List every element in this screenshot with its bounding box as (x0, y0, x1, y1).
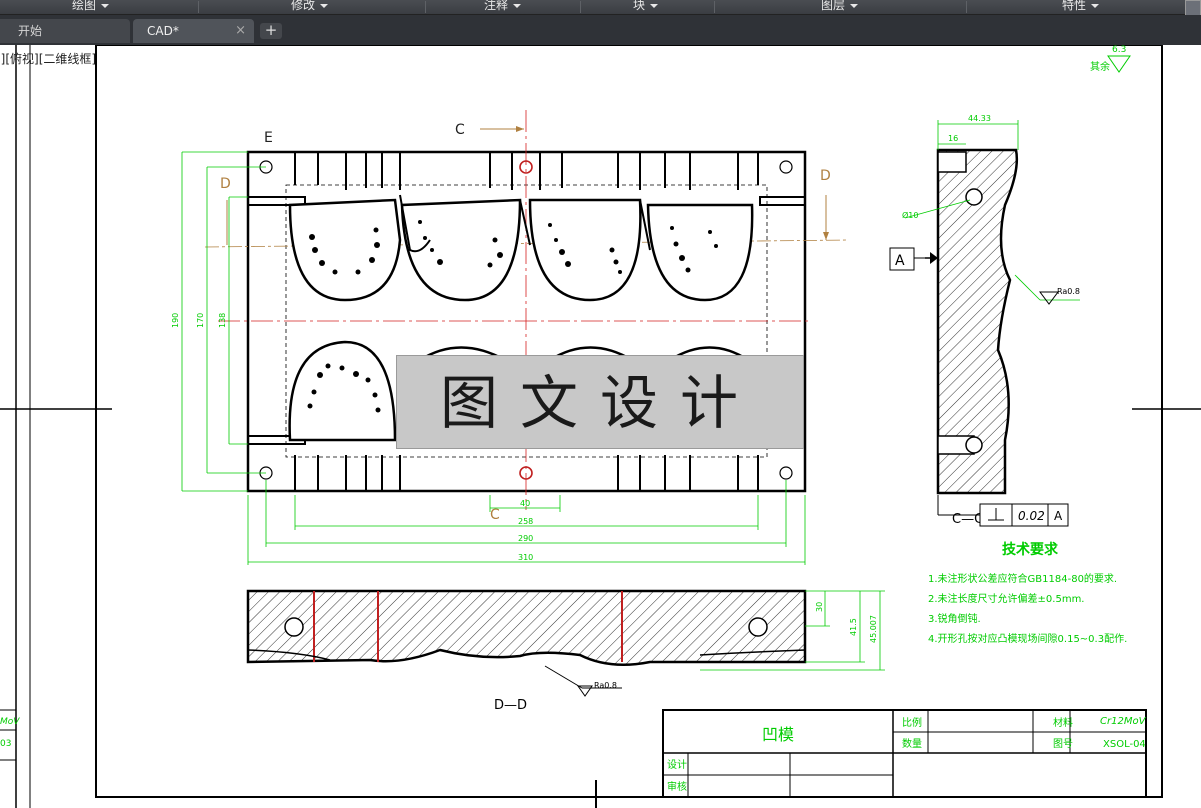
cavity-shape (646, 203, 754, 302)
adjacent-material-text: MoV (0, 717, 20, 727)
new-tab-button[interactable]: + (260, 23, 282, 39)
close-icon[interactable]: × (235, 19, 246, 43)
tolerance-value: 0.02 (1018, 509, 1045, 523)
side-hole (965, 188, 983, 206)
tab-start[interactable]: 开始 (0, 19, 130, 43)
panel-separator (425, 1, 426, 13)
roughness-label: Ra0.8 (1057, 287, 1080, 296)
arrowhead (516, 126, 524, 132)
dimension-258: 258 (518, 517, 533, 526)
material-label: 材料 (1053, 716, 1073, 729)
adjacent-drawing-no-text: 03 (0, 739, 11, 749)
roughness-label: Ra0.8 (594, 681, 617, 690)
tech-requirement-item: 3.锐角倒钝. (928, 612, 981, 625)
design-label: 设计 (667, 758, 687, 771)
panel-label: 注释 (484, 0, 509, 12)
corner-hole (779, 466, 793, 480)
panel-label: 块 (633, 0, 646, 12)
quantity-label: 数量 (902, 737, 922, 750)
section-label-dd: D—D (494, 698, 527, 713)
side-bore (937, 151, 967, 173)
bottom-section-view (246, 589, 807, 667)
section-label-d: D (220, 176, 231, 192)
dimension-290: 290 (518, 534, 533, 543)
top-view (204, 110, 849, 510)
section-label-cc: C—C (952, 512, 983, 527)
cavity-shape (288, 198, 402, 302)
tab-label: 开始 (18, 24, 43, 38)
ribbon-panel-layers[interactable]: 图层 (821, 0, 859, 13)
drawing-number-label: 图号 (1053, 738, 1073, 750)
tech-requirement-item: 1.未注形状公差应符合GB1184-80的要求. (928, 572, 1117, 585)
section-label-c: C (490, 507, 500, 523)
tech-requirements-title: 技术要求 (1002, 541, 1059, 558)
tech-requirement-item: 2.未注长度尺寸允许偏差±0.5mm. (928, 592, 1084, 605)
surface-finish-icon (1039, 291, 1059, 305)
scale-label: 比例 (902, 716, 922, 729)
part-name: 凹模 (762, 725, 794, 744)
caret-down-icon (101, 3, 110, 8)
panel-label: 图层 (821, 0, 846, 12)
dimension-40: 40 (520, 499, 530, 508)
dimension-hole: Ø10 (902, 210, 918, 220)
ribbon-panel-block[interactable]: 块 (633, 0, 659, 13)
finish-value: 6.3 (1112, 45, 1126, 55)
section-hole (284, 617, 304, 637)
ribbon-panel-draw[interactable]: 绘图 (72, 0, 110, 13)
cavity-shape (288, 340, 397, 442)
dimension-45: 45.007 (869, 615, 878, 643)
surface-finish-icon (1107, 55, 1131, 73)
dimension-41-5: 41.5 (849, 618, 858, 636)
document-tab-bar: 开始 CAD* × + (0, 15, 1201, 45)
panel-separator (966, 1, 967, 13)
section-label-d: D (820, 168, 831, 184)
panel-separator (714, 1, 715, 13)
material-value: Cr12MoV (1100, 716, 1147, 727)
dimension-44-33: 44.33 (968, 114, 991, 123)
corner-hole (779, 160, 793, 174)
panel-label: 修改 (291, 0, 316, 12)
ribbon-panel-modify[interactable]: 修改 (291, 0, 329, 13)
section-label-c: C (455, 122, 465, 138)
caret-down-icon (650, 3, 659, 8)
dimension-170: 170 (196, 313, 205, 328)
cavity-shape (528, 198, 642, 302)
section-hole (748, 617, 768, 637)
tolerance-datum: A (1054, 509, 1063, 523)
panel-separator (198, 1, 199, 13)
ribbon-panel-properties[interactable]: 特性 (1062, 0, 1100, 13)
section-label-e: E (264, 130, 273, 146)
ribbon-panel-bar: 绘图 修改 注释 块 图层 特性 (0, 0, 1201, 18)
side-hole (965, 436, 983, 454)
datum-label: A (895, 253, 905, 269)
caret-down-icon (850, 3, 859, 8)
ribbon-panel-annotate[interactable]: 注释 (484, 0, 522, 13)
side-section-view: A (889, 148, 1019, 495)
tab-label: CAD* (147, 24, 179, 38)
dimension-16: 16 (948, 134, 958, 143)
drawing-number-value: XSOL-04 (1103, 739, 1146, 750)
caret-down-icon (1091, 3, 1100, 8)
tech-requirement-item: 4.开形孔按对应凸模现场间隙0.15~0.3配作. (928, 632, 1127, 645)
watermark-overlay: 图文设计 (396, 355, 804, 449)
caret-down-icon (320, 3, 329, 8)
panel-label: 特性 (1062, 0, 1087, 12)
panel-separator (580, 1, 581, 13)
dimension-138: 138 (218, 313, 227, 328)
dimension-310: 310 (518, 553, 533, 562)
caret-down-icon (513, 3, 522, 8)
arrowhead (823, 232, 829, 240)
panel-label: 绘图 (72, 0, 97, 12)
review-label: 审核 (667, 780, 687, 793)
dimension-30: 30 (815, 602, 824, 612)
tab-cad-document[interactable]: CAD* × (133, 19, 254, 43)
finish-other-label: 其余 (1090, 60, 1110, 73)
dimension-190: 190 (171, 313, 180, 328)
viewport-controls-label[interactable]: ]][俯视][二维线框] (0, 50, 96, 67)
